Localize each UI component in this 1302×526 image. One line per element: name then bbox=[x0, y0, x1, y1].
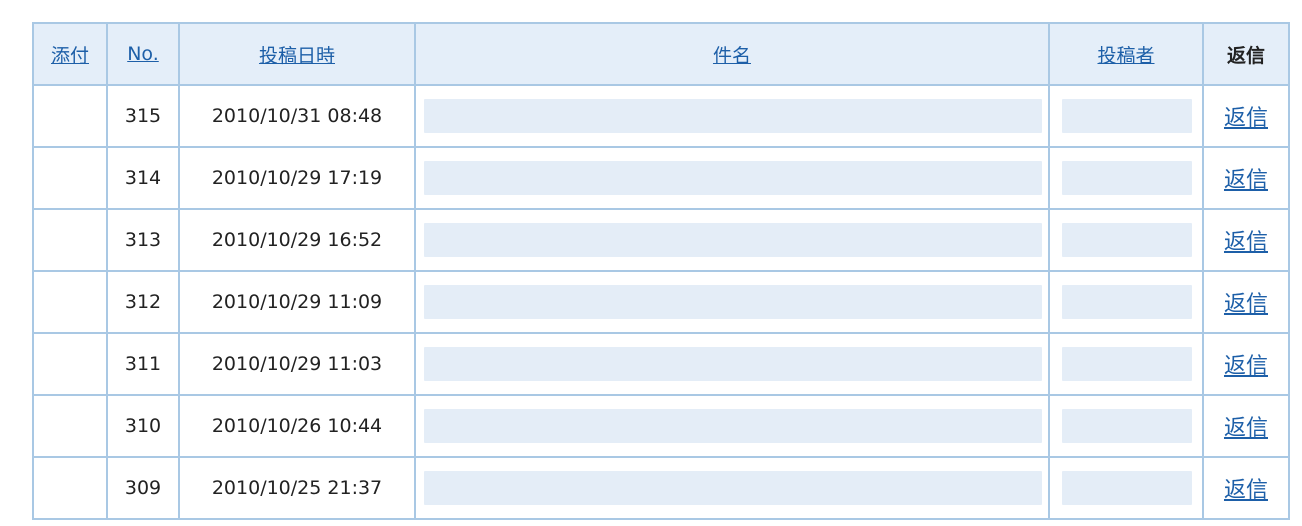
table-row: 313 2010/10/29 16:52 返信 bbox=[32, 208, 1290, 272]
poster-redacted bbox=[1062, 223, 1192, 257]
poster-redacted bbox=[1062, 99, 1192, 133]
reply-link[interactable]: 返信 bbox=[1224, 292, 1268, 317]
post-number: 312 bbox=[106, 270, 180, 334]
attachment-cell bbox=[32, 332, 108, 396]
header-reply: 返信 bbox=[1202, 22, 1290, 86]
poster-cell bbox=[1048, 332, 1204, 396]
table-row: 310 2010/10/26 10:44 返信 bbox=[32, 394, 1290, 458]
header-row: 添付 No. 投稿日時 件名 投稿者 返信 bbox=[32, 22, 1290, 86]
poster-redacted bbox=[1062, 285, 1192, 319]
reply-cell[interactable]: 返信 bbox=[1202, 146, 1290, 210]
table-row: 312 2010/10/29 11:09 返信 bbox=[32, 270, 1290, 334]
post-datetime: 2010/10/29 16:52 bbox=[178, 208, 416, 272]
table-row: 311 2010/10/29 11:03 返信 bbox=[32, 332, 1290, 396]
post-datetime: 2010/10/31 08:48 bbox=[178, 84, 416, 148]
reply-cell[interactable]: 返信 bbox=[1202, 456, 1290, 520]
poster-redacted bbox=[1062, 409, 1192, 443]
poster-cell bbox=[1048, 208, 1204, 272]
table-row: 309 2010/10/25 21:37 返信 bbox=[32, 456, 1290, 520]
header-subject[interactable]: 件名 bbox=[414, 22, 1050, 86]
table-header: 添付 No. 投稿日時 件名 投稿者 返信 bbox=[32, 22, 1290, 86]
post-number: 310 bbox=[106, 394, 180, 458]
header-datetime[interactable]: 投稿日時 bbox=[178, 22, 416, 86]
subject-cell[interactable] bbox=[414, 208, 1050, 272]
reply-link[interactable]: 返信 bbox=[1224, 168, 1268, 193]
sort-datetime-link[interactable]: 投稿日時 bbox=[259, 45, 335, 67]
subject-redacted-link[interactable] bbox=[424, 347, 1042, 381]
post-datetime: 2010/10/29 11:03 bbox=[178, 332, 416, 396]
reply-cell[interactable]: 返信 bbox=[1202, 208, 1290, 272]
reply-cell[interactable]: 返信 bbox=[1202, 84, 1290, 148]
table-row: 314 2010/10/29 17:19 返信 bbox=[32, 146, 1290, 210]
post-number: 313 bbox=[106, 208, 180, 272]
reply-link[interactable]: 返信 bbox=[1224, 106, 1268, 131]
reply-link[interactable]: 返信 bbox=[1224, 416, 1268, 441]
reply-cell[interactable]: 返信 bbox=[1202, 270, 1290, 334]
post-number: 314 bbox=[106, 146, 180, 210]
poster-redacted bbox=[1062, 471, 1192, 505]
poster-cell bbox=[1048, 84, 1204, 148]
reply-link[interactable]: 返信 bbox=[1224, 478, 1268, 503]
reply-cell[interactable]: 返信 bbox=[1202, 394, 1290, 458]
subject-redacted-link[interactable] bbox=[424, 471, 1042, 505]
subject-cell[interactable] bbox=[414, 456, 1050, 520]
attachment-cell bbox=[32, 456, 108, 520]
reply-cell[interactable]: 返信 bbox=[1202, 332, 1290, 396]
post-datetime: 2010/10/29 11:09 bbox=[178, 270, 416, 334]
reply-link[interactable]: 返信 bbox=[1224, 354, 1268, 379]
poster-cell bbox=[1048, 146, 1204, 210]
poster-cell bbox=[1048, 394, 1204, 458]
sort-poster-link[interactable]: 投稿者 bbox=[1097, 45, 1154, 67]
subject-cell[interactable] bbox=[414, 394, 1050, 458]
sort-no-link[interactable]: No. bbox=[127, 43, 159, 65]
attachment-cell bbox=[32, 84, 108, 148]
header-no[interactable]: No. bbox=[106, 22, 180, 86]
table-body: 315 2010/10/31 08:48 返信 314 2010/10/29 17:19… bbox=[32, 84, 1290, 520]
attachment-cell bbox=[32, 208, 108, 272]
post-number: 315 bbox=[106, 84, 180, 148]
subject-redacted-link[interactable] bbox=[424, 409, 1042, 443]
subject-redacted-link[interactable] bbox=[424, 161, 1042, 195]
subject-cell[interactable] bbox=[414, 270, 1050, 334]
post-number: 309 bbox=[106, 456, 180, 520]
poster-redacted bbox=[1062, 161, 1192, 195]
subject-redacted-link[interactable] bbox=[424, 99, 1042, 133]
post-datetime: 2010/10/25 21:37 bbox=[178, 456, 416, 520]
table-row: 315 2010/10/31 08:48 返信 bbox=[32, 84, 1290, 148]
header-poster[interactable]: 投稿者 bbox=[1048, 22, 1204, 86]
subject-redacted-link[interactable] bbox=[424, 285, 1042, 319]
post-number: 311 bbox=[106, 332, 180, 396]
post-datetime: 2010/10/26 10:44 bbox=[178, 394, 416, 458]
attachment-cell bbox=[32, 270, 108, 334]
subject-cell[interactable] bbox=[414, 84, 1050, 148]
post-list-table: 添付 No. 投稿日時 件名 投稿者 返信 315 2010/10/31 08:4… bbox=[32, 22, 1290, 520]
post-datetime: 2010/10/29 17:19 bbox=[178, 146, 416, 210]
attachment-cell bbox=[32, 146, 108, 210]
sort-subject-link[interactable]: 件名 bbox=[713, 45, 751, 67]
sort-attachment-link[interactable]: 添付 bbox=[51, 45, 89, 67]
subject-cell[interactable] bbox=[414, 146, 1050, 210]
subject-cell[interactable] bbox=[414, 332, 1050, 396]
poster-cell bbox=[1048, 270, 1204, 334]
header-attachment[interactable]: 添付 bbox=[32, 22, 108, 86]
reply-link[interactable]: 返信 bbox=[1224, 230, 1268, 255]
poster-redacted bbox=[1062, 347, 1192, 381]
poster-cell bbox=[1048, 456, 1204, 520]
subject-redacted-link[interactable] bbox=[424, 223, 1042, 257]
attachment-cell bbox=[32, 394, 108, 458]
